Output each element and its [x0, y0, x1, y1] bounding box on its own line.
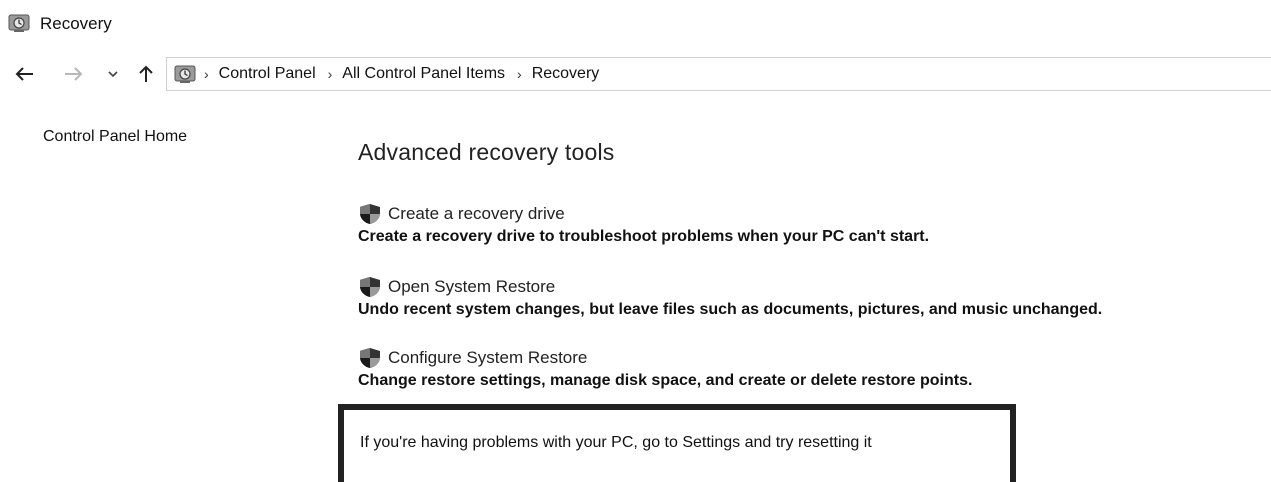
- window-title: Recovery: [40, 14, 112, 33]
- back-arrow-icon: [15, 67, 33, 81]
- breadcrumb-all-items[interactable]: All Control Panel Items: [342, 65, 505, 83]
- chevron-down-icon: [108, 71, 118, 78]
- tool-configure-system-restore: Configure System Restore Change restore …: [358, 347, 972, 390]
- tool-create-recovery-drive: Create a recovery drive Create a recover…: [358, 203, 929, 246]
- reset-pc-link[interactable]: If you're having problems with your PC, …: [360, 434, 872, 452]
- back-button[interactable]: [12, 63, 38, 85]
- forward-button[interactable]: [60, 63, 86, 85]
- address-bar[interactable]: › Control Panel › All Control Panel Item…: [166, 57, 1271, 91]
- configure-system-restore-link[interactable]: Configure System Restore: [388, 348, 587, 368]
- up-button[interactable]: [134, 63, 158, 85]
- create-recovery-drive-link[interactable]: Create a recovery drive: [388, 204, 565, 224]
- shield-icon: [360, 277, 380, 297]
- title-bar: Recovery: [0, 0, 1271, 46]
- recovery-icon: [8, 14, 30, 32]
- shield-icon: [360, 348, 380, 368]
- tool-open-system-restore: Open System Restore Undo recent system c…: [358, 276, 1102, 319]
- control-panel-home-link[interactable]: Control Panel Home: [43, 128, 187, 146]
- reset-pc-notice: If you're having problems with your PC, …: [338, 404, 1016, 482]
- shield-icon: [360, 204, 380, 224]
- breadcrumb-separator[interactable]: ›: [204, 66, 209, 82]
- tool-description: Change restore settings, manage disk spa…: [358, 372, 973, 389]
- breadcrumb-recovery[interactable]: Recovery: [532, 65, 600, 83]
- breadcrumb-separator[interactable]: ›: [517, 66, 522, 82]
- up-arrow-icon: [139, 65, 153, 82]
- recovery-icon: [174, 65, 196, 83]
- breadcrumb-control-panel[interactable]: Control Panel: [219, 65, 316, 83]
- open-system-restore-link[interactable]: Open System Restore: [388, 277, 555, 297]
- forward-arrow-icon: [65, 67, 83, 81]
- page-title: Advanced recovery tools: [358, 139, 615, 165]
- recent-locations-button[interactable]: [104, 63, 122, 85]
- breadcrumb-separator[interactable]: ›: [328, 66, 333, 82]
- tool-description: Undo recent system changes, but leave fi…: [358, 301, 1103, 318]
- tool-description: Create a recovery drive to troubleshoot …: [358, 228, 930, 245]
